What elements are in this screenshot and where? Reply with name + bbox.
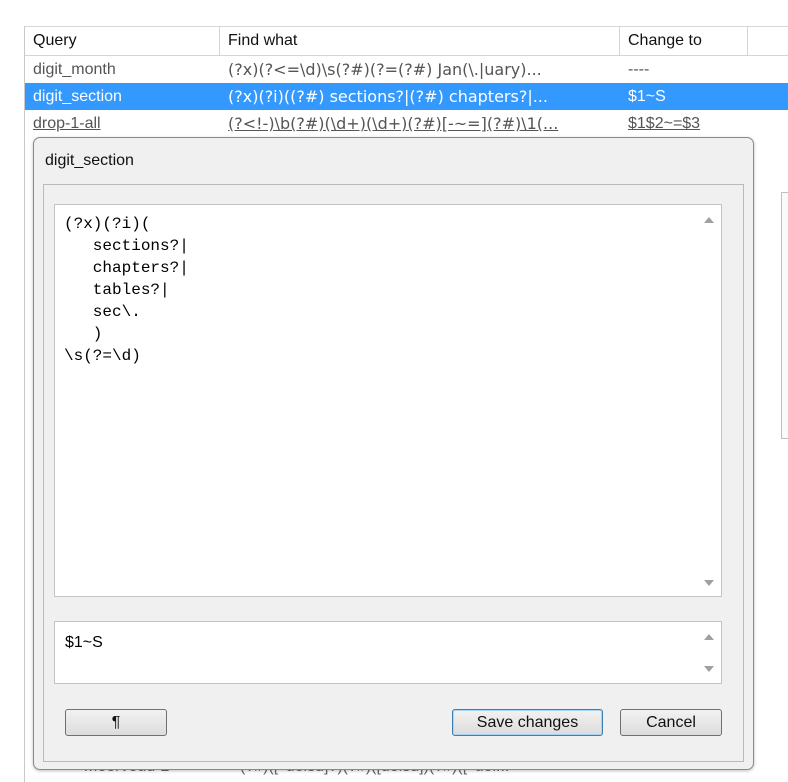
pilcrow-button[interactable]: ¶ — [65, 709, 167, 736]
query-cell: digit_month — [33, 61, 116, 78]
column-header-find-what[interactable]: Find what — [220, 27, 620, 55]
find-cell: (?<!-)\b(?#)(\d+)(\d+)(?#)[-~=](?#)\1(..… — [228, 114, 559, 133]
cancel-button[interactable]: Cancel — [620, 709, 722, 736]
change-cell: ---- — [628, 61, 650, 78]
change-editor-scrollbar[interactable] — [695, 622, 721, 683]
find-what-text[interactable]: (?x)(?i)( sections?| chapters?| tables?|… — [64, 213, 189, 367]
change-cell: $1$2~=$3 — [628, 115, 701, 132]
find-what-editor[interactable]: (?x)(?i)( sections?| chapters?| tables?|… — [54, 204, 722, 597]
save-changes-button[interactable]: Save changes — [452, 709, 603, 736]
table-row-selected[interactable]: digit_section (?x)(?i)((?#) sections?|(?… — [25, 83, 788, 110]
scroll-down-icon[interactable] — [704, 666, 714, 672]
change-to-text[interactable]: $1~S — [65, 634, 103, 652]
background-scrollbar-edge — [781, 192, 788, 439]
find-cell: (?x)(?i)((?#) sections?|(?#) chapters?|.… — [228, 87, 548, 106]
column-header-query[interactable]: Query — [25, 27, 220, 55]
table-header: Query Find what Change to — [25, 27, 788, 56]
scroll-up-icon[interactable] — [704, 217, 714, 223]
scroll-up-icon[interactable] — [704, 634, 714, 640]
change-to-editor[interactable]: $1~S — [54, 621, 722, 684]
column-header-change-to[interactable]: Change to — [620, 27, 748, 55]
edit-query-dialog: digit_section (?x)(?i)( sections?| chapt… — [33, 137, 754, 770]
query-cell: drop-1-all — [33, 115, 101, 132]
change-cell: $1~S — [628, 88, 666, 105]
dialog-title: digit_section — [45, 152, 134, 169]
query-cell: digit_section — [33, 88, 122, 105]
column-header-filler — [748, 27, 788, 55]
find-cell: (?x)(?<=\d)\s(?#)(?=(?#) Jan(\.|uary)... — [228, 60, 542, 79]
table-row[interactable]: digit_month (?x)(?<=\d)\s(?#)(?=(?#) Jan… — [25, 56, 788, 83]
find-editor-scrollbar[interactable] — [695, 205, 721, 596]
scroll-down-icon[interactable] — [704, 580, 714, 586]
table-row[interactable]: drop-1-all (?<!-)\b(?#)(\d+)(\d+)(?#)[-~… — [25, 110, 788, 137]
